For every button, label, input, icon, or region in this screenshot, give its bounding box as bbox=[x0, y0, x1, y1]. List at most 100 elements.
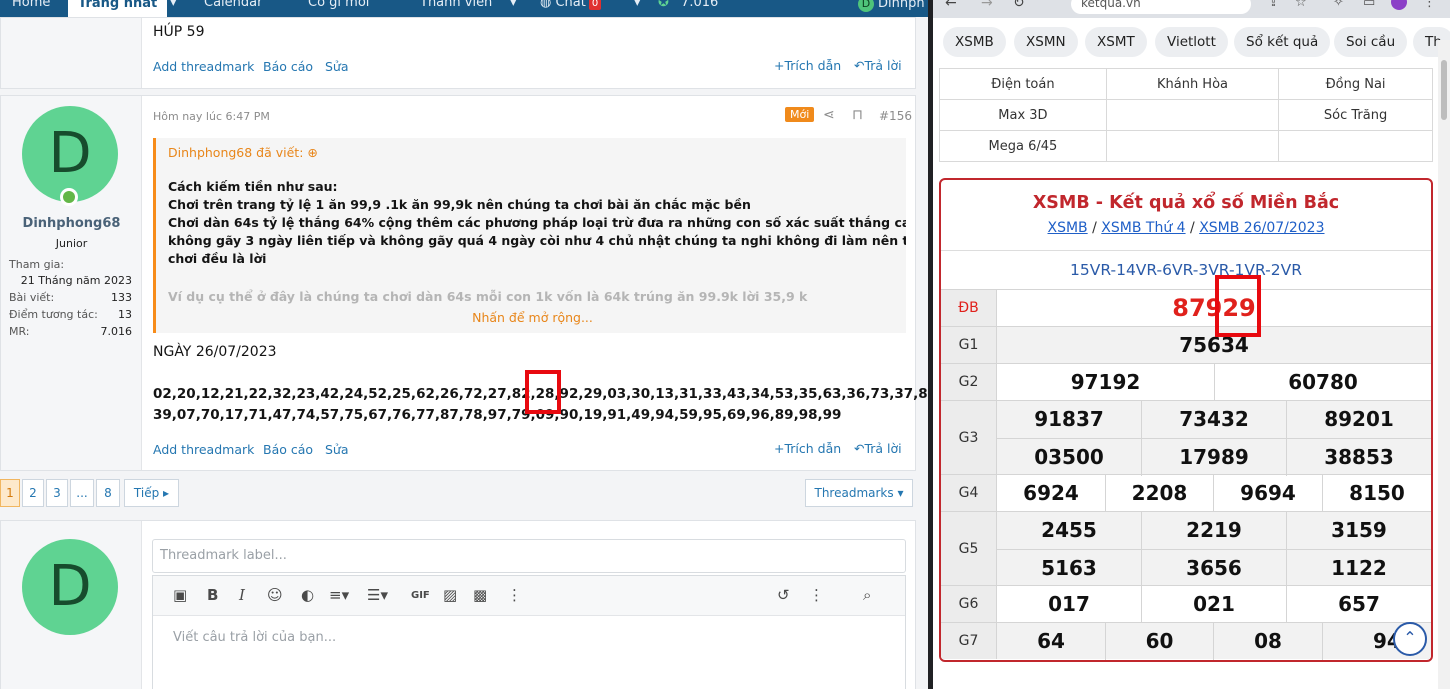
report-link[interactable]: Báo cáo bbox=[263, 442, 313, 457]
threadmarks-button[interactable]: Threadmarks ▾ bbox=[805, 479, 913, 507]
table-cell[interactable]: Đồng Nai bbox=[1278, 68, 1433, 100]
result-row-g7: G7 64 60 08 94 bbox=[941, 622, 1431, 660]
more-options-icon-2[interactable]: ⋮ bbox=[809, 586, 824, 604]
nav-chat[interactable]: ◍ Chat 0 bbox=[540, 0, 602, 17]
reply-button[interactable]: ↶Trả lời bbox=[854, 441, 902, 456]
chip-xsmt[interactable]: XSMT bbox=[1085, 27, 1147, 57]
next-page-button[interactable]: Tiếp ▸ bbox=[124, 479, 179, 507]
browser-scrollbar[interactable] bbox=[1438, 40, 1450, 689]
edit-link[interactable]: Sửa bbox=[325, 59, 349, 74]
table-row: Điện toán Khánh Hòa Đồng Nai bbox=[939, 68, 1433, 100]
forum-top-nav: Home Trang nhất ▾ Calendar Có gì mới Thà… bbox=[0, 0, 928, 17]
forward-icon[interactable]: → bbox=[981, 0, 993, 11]
prize-value: 8150 bbox=[1322, 475, 1431, 512]
media-icon[interactable]: ▩ bbox=[473, 586, 487, 604]
link-xsmb-date[interactable]: XSMB 26/07/2023 bbox=[1199, 220, 1324, 236]
more-options-icon[interactable]: ⋮ bbox=[507, 586, 522, 604]
scroll-to-top-button[interactable]: ⌃ bbox=[1393, 622, 1427, 656]
quote-button[interactable]: +Trích dẫn bbox=[774, 58, 841, 73]
expand-quote-link[interactable]: Nhấn để mở rộng... bbox=[156, 310, 906, 325]
nav-trang-nhat[interactable]: Trang nhất bbox=[68, 0, 168, 17]
add-threadmark-link[interactable]: Add threadmark bbox=[153, 59, 254, 74]
editor-avatar: D bbox=[22, 539, 118, 635]
stat-key: Điểm tương tác: bbox=[9, 308, 98, 321]
prize-value: 021 bbox=[1141, 586, 1286, 623]
online-status-icon bbox=[60, 188, 78, 206]
forum-pane: Home Trang nhất ▾ Calendar Có gì mới Thà… bbox=[0, 0, 928, 689]
chip-soi-cau[interactable]: Soi cầu bbox=[1334, 27, 1408, 57]
back-icon[interactable]: ← bbox=[945, 0, 957, 11]
post-time[interactable]: Hôm nay lúc 6:47 PM bbox=[153, 110, 270, 123]
nav-whats-new[interactable]: Có gì mới bbox=[308, 0, 369, 17]
report-link[interactable]: Báo cáo bbox=[263, 59, 313, 74]
italic-icon[interactable]: I bbox=[239, 586, 245, 604]
share-icon[interactable]: ⋖ bbox=[823, 107, 835, 123]
result-title: XSMB - Kết quả xổ số Miền Bắc bbox=[1032, 193, 1340, 213]
list-icon[interactable]: ☰▾ bbox=[367, 586, 388, 604]
table-cell[interactable]: Điện toán bbox=[939, 68, 1107, 100]
chip-so-ket-qua[interactable]: Sổ kết quả bbox=[1234, 27, 1331, 57]
extension-icon[interactable]: ✧ bbox=[1333, 0, 1344, 10]
award-icon: ✪ bbox=[658, 0, 669, 10]
page-8[interactable]: 8 bbox=[96, 479, 120, 507]
nav-user[interactable]: D Dinhph bbox=[858, 0, 925, 17]
edit-link[interactable]: Sửa bbox=[325, 442, 349, 457]
nav-members[interactable]: Thành viên bbox=[420, 0, 492, 17]
quote-author[interactable]: Dinhphong68 đã viết: ⊕ bbox=[168, 145, 318, 160]
preview-icon[interactable]: ⌕ bbox=[863, 586, 871, 604]
table-cell[interactable]: Max 3D bbox=[939, 99, 1107, 131]
link-xsmb[interactable]: XSMB bbox=[1047, 220, 1087, 236]
align-icon[interactable]: ≡▾ bbox=[329, 586, 349, 604]
menu-icon[interactable]: ⋮ bbox=[1423, 0, 1436, 10]
nav-dropdown-icon-2[interactable]: ▾ bbox=[634, 0, 641, 17]
bookmark-icon[interactable]: ⊓ bbox=[852, 107, 863, 123]
quote-line: không gãy 3 ngày liên tiếp và không gãy … bbox=[168, 233, 906, 248]
table-cell[interactable]: Khánh Hòa bbox=[1105, 68, 1280, 100]
row-label: ĐB bbox=[941, 290, 997, 326]
palette-icon[interactable]: ◐ bbox=[301, 586, 314, 604]
nav-members-dropdown-icon[interactable]: ▾ bbox=[510, 0, 517, 17]
undo-icon[interactable]: ↺ bbox=[777, 586, 790, 604]
user-name[interactable]: Dinhphong68 bbox=[1, 216, 142, 231]
share-page-icon[interactable]: ⇪ bbox=[1268, 0, 1279, 10]
quote-button[interactable]: +Trích dẫn bbox=[774, 441, 841, 456]
nav-dropdown-icon[interactable]: ▾ bbox=[170, 0, 177, 17]
address-bar[interactable]: ketqua.vn bbox=[1071, 0, 1251, 14]
nav-mr-value: 7.016 bbox=[681, 0, 719, 10]
chat-badge: 0 bbox=[588, 0, 602, 10]
table-cell bbox=[1105, 99, 1280, 131]
stat-key: Bài viết: bbox=[9, 291, 55, 304]
reply-textarea[interactable]: Viết câu trả lời của bạn... bbox=[173, 630, 336, 645]
scrollbar-thumb[interactable] bbox=[1441, 60, 1447, 120]
emoji-icon[interactable]: ☺ bbox=[267, 586, 283, 604]
table-cell[interactable]: Sóc Trăng bbox=[1278, 99, 1433, 131]
image-icon[interactable]: ▨ bbox=[443, 586, 457, 604]
chip-xsmb[interactable]: XSMB bbox=[943, 27, 1006, 57]
nav-calendar[interactable]: Calendar bbox=[204, 0, 262, 17]
threadmark-label-input[interactable]: Threadmark label... bbox=[152, 539, 906, 573]
page-ellipsis[interactable]: ... bbox=[70, 479, 94, 507]
reply-button[interactable]: ↶Trả lời bbox=[854, 58, 902, 73]
add-threadmark-link[interactable]: Add threadmark bbox=[153, 442, 254, 457]
table-cell[interactable]: Mega 6/45 bbox=[939, 130, 1107, 162]
chip-vietlott[interactable]: Vietlott bbox=[1155, 27, 1228, 57]
gif-icon[interactable]: GIF bbox=[411, 590, 430, 601]
link-xsmb-thu-4[interactable]: XSMB Thứ 4 bbox=[1101, 220, 1185, 236]
highlight-box-29 bbox=[1215, 275, 1261, 337]
nav-home[interactable]: Home bbox=[12, 0, 50, 17]
window-icon[interactable]: ▭ bbox=[1363, 0, 1375, 10]
star-icon[interactable]: ☆ bbox=[1295, 0, 1307, 10]
post-date-line: NGÀY 26/07/2023 bbox=[153, 344, 277, 360]
prize-value: 017 bbox=[1048, 592, 1090, 616]
money-icon[interactable]: ▣ bbox=[173, 586, 187, 604]
nav-mr-points[interactable]: ✪ 7.016 bbox=[658, 0, 718, 17]
bold-icon[interactable]: B bbox=[207, 586, 218, 604]
quote-line: Chơi dàn 64s tỷ lệ thắng 64% cộng thêm c… bbox=[168, 215, 906, 230]
profile-icon[interactable] bbox=[1391, 0, 1407, 10]
page-1[interactable]: 1 bbox=[0, 479, 20, 507]
reload-icon[interactable]: ↻ bbox=[1013, 0, 1025, 11]
post-number[interactable]: #156 bbox=[879, 109, 912, 123]
chip-xsmn[interactable]: XSMN bbox=[1014, 27, 1078, 57]
page-3[interactable]: 3 bbox=[46, 479, 68, 507]
page-2[interactable]: 2 bbox=[22, 479, 44, 507]
